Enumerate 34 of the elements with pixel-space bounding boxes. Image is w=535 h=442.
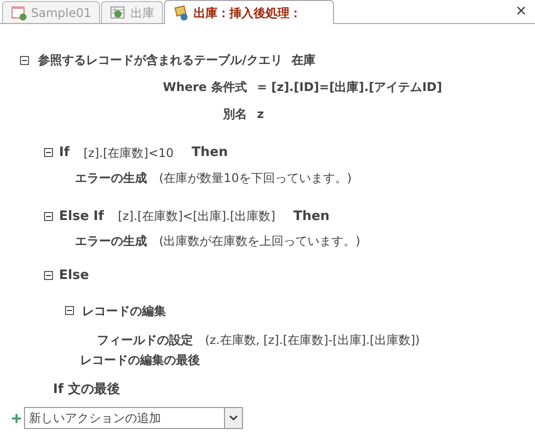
else-keyword: Else xyxy=(59,267,89,285)
action-arguments: (z.在庫数, [z].[在庫数]-[出庫].[出庫数]) xyxy=(205,332,420,348)
action-name: エラーの生成 xyxy=(75,233,147,250)
condition-text: [z].[在庫数]<10 xyxy=(84,144,174,162)
block-end-label: If 文の最後 xyxy=(53,382,120,396)
argument-value: 在庫 xyxy=(291,52,316,69)
argument-label: 別名 xyxy=(222,106,247,123)
then-keyword: Then xyxy=(293,208,330,226)
scroll-icon xyxy=(173,4,190,20)
table-icon xyxy=(110,4,126,20)
action-arguments: (出庫数が在庫数を上回っています。) xyxy=(159,233,360,250)
argument-label: Where 条件式 xyxy=(162,79,247,96)
condition-text: [z].[在庫数]<[出庫].[出庫数] xyxy=(118,208,276,226)
argument-value: z xyxy=(257,106,264,123)
close-button[interactable]: × xyxy=(515,4,527,18)
collapse-icon[interactable] xyxy=(65,306,74,315)
collapse-icon[interactable] xyxy=(44,148,53,158)
collapse-icon[interactable] xyxy=(44,271,53,280)
document-tab[interactable]: 出庫：挿入後処理： xyxy=(164,0,334,24)
plus-icon xyxy=(12,414,21,422)
then-keyword: Then xyxy=(192,144,228,162)
collapse-icon[interactable] xyxy=(44,212,53,221)
if-keyword: Else If xyxy=(59,208,104,226)
block-end-label: レコードの編集の最後 xyxy=(80,352,200,366)
action-arguments: (在庫が数量10を下回っています。) xyxy=(159,170,352,186)
action-name: フィールドの設定 xyxy=(97,332,193,348)
block-title: レコードの編集 xyxy=(82,302,166,320)
form-icon xyxy=(11,4,27,20)
action-name: エラーの生成 xyxy=(75,170,147,186)
argument-label: 参照するレコードが含まれるテーブル/クエリ xyxy=(38,52,282,69)
add-action-dropdown[interactable]: 新しいアクションの追加 xyxy=(24,407,243,429)
argument-value: = [z].[ID]=[出庫].[アイテムID] xyxy=(257,79,442,96)
if-keyword: If xyxy=(59,144,70,162)
collapse-icon[interactable] xyxy=(20,56,29,64)
